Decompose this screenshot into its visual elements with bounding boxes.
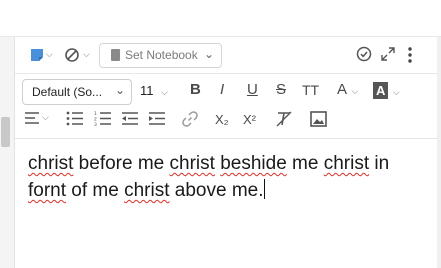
expand-button[interactable]: [381, 47, 395, 66]
chevron-down-icon: ⌵: [46, 49, 53, 59]
more-vertical-icon: [408, 47, 412, 63]
svg-text:2: 2: [94, 117, 97, 123]
text-size-button[interactable]: TT: [302, 82, 319, 98]
clear-formatting-button[interactable]: [276, 111, 293, 132]
chevron-down-icon: ⌵: [42, 112, 49, 122]
svg-text:3: 3: [94, 122, 97, 126]
note-text-segment: of me: [66, 180, 125, 201]
outdent-icon: [122, 112, 138, 125]
notebook-icon: [111, 49, 120, 61]
notebook-label: Set Notebook: [125, 48, 198, 62]
strikethrough-button[interactable]: S: [276, 81, 286, 98]
align-left-icon: [25, 112, 39, 124]
chevron-down-icon: ⌵: [83, 49, 90, 59]
chevron-down-icon: ⌵: [160, 87, 168, 97]
highlight-button[interactable]: A ⌵: [373, 82, 400, 100]
misspelled-word: christ: [28, 153, 74, 174]
bulleted-list-button[interactable]: [66, 111, 84, 131]
misspelled-word: christ: [124, 180, 170, 201]
left-panel-edge: [0, 37, 15, 268]
highlight-icon: A: [373, 82, 389, 99]
indent-icon: [149, 112, 165, 125]
top-strip: [0, 0, 441, 37]
font-color-icon: A: [337, 81, 348, 98]
note-text-segment: above me.: [169, 180, 264, 201]
format-toolbar: Default (So... ⌄ 11 ⌵ B I U S TT A ⌵ A ⌵…: [14, 74, 437, 139]
chevron-down-icon: ⌄: [114, 83, 125, 97]
insert-link-button[interactable]: [181, 110, 199, 133]
note-text-segment: me: [286, 153, 324, 174]
outdent-button[interactable]: [121, 111, 139, 131]
note-color-button[interactable]: ⌵: [30, 48, 53, 67]
scrollbar-thumb[interactable]: [1, 117, 10, 147]
indent-button[interactable]: [148, 111, 166, 131]
subscript-button[interactable]: X₂: [215, 112, 229, 127]
right-edge: [437, 37, 441, 268]
superscript-button[interactable]: X²: [243, 112, 256, 127]
note-toolbar: ⌵ ⌵ Set Notebook ⌄: [14, 37, 437, 74]
misspelled-word: christ: [169, 153, 215, 174]
note-color-icon: [31, 49, 43, 61]
insert-image-button[interactable]: [310, 111, 327, 132]
font-size-select[interactable]: 11 ⌵: [140, 82, 168, 100]
italic-button[interactable]: I: [220, 81, 224, 98]
svg-text:1: 1: [94, 111, 97, 117]
image-icon: [310, 111, 327, 127]
font-size-value: 11: [140, 83, 154, 98]
note-editor[interactable]: christ before me christ beshide me chris…: [28, 150, 423, 204]
note-text-segment: in: [369, 153, 390, 174]
set-notebook-button[interactable]: Set Notebook ⌄: [99, 43, 222, 68]
bold-button[interactable]: B: [190, 81, 201, 98]
misspelled-word: beshide: [220, 153, 287, 174]
numbered-list-button[interactable]: 1 2 3: [94, 111, 112, 131]
note-text-segment: before me: [73, 153, 170, 174]
font-family-value: Default (So...: [32, 85, 103, 99]
text-cursor: [263, 179, 265, 199]
expand-icon: [381, 47, 395, 61]
chevron-down-icon: ⌵: [392, 87, 400, 97]
underline-button[interactable]: U: [247, 81, 258, 98]
link-icon: [182, 111, 198, 127]
chevron-down-icon: ⌵: [351, 86, 359, 96]
bullet-list-icon: [66, 111, 83, 126]
alignment-button[interactable]: ⌵: [24, 111, 49, 130]
more-options-button[interactable]: [407, 46, 413, 69]
font-color-button[interactable]: A ⌵: [337, 81, 358, 99]
reminder-button[interactable]: ⌵: [64, 47, 90, 68]
block-icon: [65, 48, 79, 62]
numbered-list-icon: 1 2 3: [94, 111, 111, 128]
misspelled-word: christ: [323, 153, 370, 174]
misspelled-word: fornt: [28, 180, 67, 201]
clear-format-icon: [276, 111, 292, 127]
chevron-down-icon: ⌄: [203, 47, 214, 61]
font-family-select[interactable]: Default (So... ⌄: [22, 79, 132, 105]
done-button[interactable]: [356, 46, 372, 67]
check-circle-icon: [356, 46, 372, 62]
